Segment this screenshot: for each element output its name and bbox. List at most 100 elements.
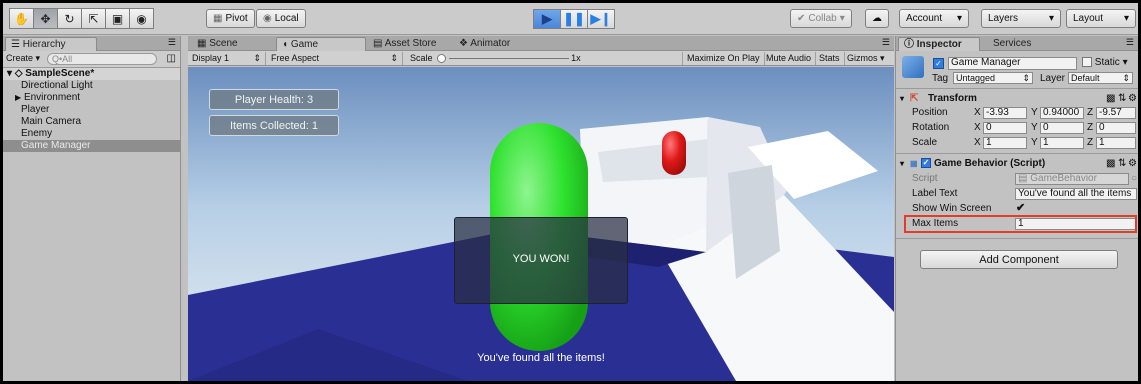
help-icon[interactable]: ▩: [1106, 157, 1115, 170]
script-object-field[interactable]: ▤ GameBehavior: [1015, 173, 1129, 185]
object-name-field[interactable]: Game Manager: [948, 57, 1077, 70]
static-checkbox[interactable]: [1082, 57, 1092, 68]
show-win-screen-checkbox[interactable]: ✔: [1016, 202, 1025, 215]
hand-tool-icon[interactable]: ✋: [9, 8, 34, 29]
display-dropdown[interactable]: Display 1 ⇕: [188, 52, 266, 65]
play-button[interactable]: ▶: [533, 9, 561, 29]
hierarchy-item-main-camera[interactable]: Main Camera: [3, 116, 180, 128]
cloud-icon: ☁: [872, 13, 882, 24]
account-dropdown[interactable]: Account ▾: [899, 9, 969, 28]
pacman-icon: ◖: [282, 39, 289, 50]
help-icon[interactable]: ▩: [1106, 92, 1115, 105]
active-checkbox[interactable]: ✓: [933, 58, 944, 69]
step-button[interactable]: ▶❙: [587, 9, 615, 29]
maximize-on-play-toggle[interactable]: Maximize On Play: [682, 52, 765, 65]
layout-dropdown[interactable]: Layout ▾: [1066, 9, 1136, 28]
hierarchy-item-environment[interactable]: ▶ Environment: [3, 92, 180, 104]
transform-tool-icon[interactable]: ◉: [129, 8, 154, 29]
playback-controls: ▶ ❚❚ ▶❙: [533, 9, 615, 29]
globe-icon: ◉: [263, 13, 272, 24]
tag-dropdown[interactable]: Untagged ⇕: [953, 72, 1033, 84]
pause-button[interactable]: ❚❚: [560, 9, 588, 29]
scale-z-field[interactable]: 1: [1096, 137, 1136, 149]
show-win-screen-row: Show Win Screen ✔: [912, 202, 1026, 215]
position-z-field[interactable]: -9.57: [1096, 107, 1136, 119]
chevron-updown-icon: ⇕: [390, 53, 398, 63]
hierarchy-item-enemy[interactable]: Enemy: [3, 128, 180, 140]
layer-label: Layer: [1040, 73, 1066, 84]
tab-scene[interactable]: ▦ Scene: [192, 37, 243, 51]
hierarchy-item-game-manager[interactable]: Game Manager: [3, 140, 180, 152]
hierarchy-search-input[interactable]: Q•All: [47, 53, 157, 65]
move-tool-icon[interactable]: ✥: [33, 8, 58, 29]
preset-icon[interactable]: ⇅: [1118, 92, 1126, 105]
rect-tool-icon[interactable]: ▣: [105, 8, 130, 29]
mute-audio-toggle[interactable]: Mute Audio: [762, 52, 817, 65]
scale-y-field[interactable]: 1: [1040, 137, 1084, 149]
layers-dropdown[interactable]: Layers ▾: [981, 9, 1061, 28]
game-viewport[interactable]: Player Health: 3 Items Collected: 1 YOU …: [188, 67, 894, 381]
max-items-highlight: [904, 215, 1137, 233]
center-tabbar: ▦ Scene ◖ Game ▤ Asset Store ❖ Animator …: [188, 36, 894, 51]
inspector-tabbar: ⓘ Inspector Services ☰: [896, 36, 1138, 51]
slider-track[interactable]: [448, 58, 569, 60]
inspector-panel: ⓘ Inspector Services ☰ ✓ Game Manager St…: [895, 36, 1138, 381]
chevron-down-icon: ▾: [956, 13, 962, 24]
object-picker-icon[interactable]: ○: [1131, 172, 1137, 185]
add-component-button[interactable]: Add Component: [920, 250, 1118, 269]
tab-hierarchy[interactable]: ☰ Hierarchy: [5, 37, 97, 51]
layer-dropdown[interactable]: Default ⇕: [1068, 72, 1133, 84]
gear-icon[interactable]: ⚙: [1128, 157, 1137, 170]
rotate-tool-icon[interactable]: ↻: [57, 8, 82, 29]
collab-button[interactable]: ✔ Collab ▾: [790, 9, 852, 28]
chevron-updown-icon: ⇕: [1122, 73, 1130, 83]
transform-header[interactable]: ▾ ⇱ Transform ▩ ⇅ ⚙: [896, 92, 1138, 106]
gizmos-dropdown[interactable]: Gizmos ▾: [843, 52, 889, 65]
local-button[interactable]: ◉ Local: [256, 9, 306, 28]
rotation-y-field[interactable]: 0: [1040, 122, 1084, 134]
label-text-field[interactable]: You've found all the items: [1015, 188, 1137, 200]
game-behavior-header[interactable]: ▾ ▦ ✓ Game Behavior (Script) ▩ ⇅ ⚙: [896, 157, 1138, 171]
chevron-updown-icon: ⇕: [1022, 73, 1030, 83]
tag-label: Tag: [932, 73, 949, 84]
stats-toggle[interactable]: Stats: [815, 52, 845, 65]
rotation-z-field[interactable]: 0: [1096, 122, 1136, 134]
scale-tool-icon[interactable]: ⇱: [81, 8, 106, 29]
lock-icon[interactable]: ☰: [1126, 37, 1134, 48]
tab-animator[interactable]: ❖ Animator: [454, 37, 515, 51]
create-dropdown[interactable]: Create ▾: [6, 53, 40, 64]
win-screen-panel[interactable]: YOU WON!: [454, 217, 628, 304]
found-all-items-message: You've found all the items!: [477, 352, 605, 364]
pivot-button[interactable]: ▦ Pivot: [206, 9, 255, 28]
panel-menu-icon[interactable]: ☰: [168, 37, 176, 48]
scale-x-field[interactable]: 1: [983, 137, 1027, 149]
tab-asset-store[interactable]: ▤ Asset Store: [368, 37, 441, 51]
tab-game[interactable]: ◖ Game: [276, 37, 366, 51]
position-x-field[interactable]: -3.93: [983, 107, 1027, 119]
hierarchy-item-directional-light[interactable]: Directional Light: [3, 80, 180, 92]
hierarchy-panel: ☰ Hierarchy ☰ Create ▾ Q•All ◫ ▾ ◇ Sampl…: [3, 36, 181, 381]
expand-arrow-icon: ▾: [900, 159, 905, 168]
scene-root-row[interactable]: ▾ ◇ SampleScene*: [3, 68, 180, 80]
gameobject-cube-icon: [902, 56, 924, 78]
preset-icon[interactable]: ⇅: [1118, 157, 1126, 170]
hierarchy-item-player[interactable]: Player: [3, 104, 180, 116]
tab-services[interactable]: Services: [988, 37, 1036, 51]
component-enabled-checkbox[interactable]: ✓: [921, 158, 931, 168]
cloud-button[interactable]: ☁: [865, 9, 889, 28]
panel-menu-icon[interactable]: ☰: [882, 37, 890, 48]
slider-knob[interactable]: [437, 54, 447, 64]
gear-icon[interactable]: ⚙: [1128, 92, 1137, 105]
tab-inspector[interactable]: ⓘ Inspector: [898, 37, 980, 51]
scale-slider[interactable]: Scale 1x: [406, 52, 606, 65]
aspect-dropdown[interactable]: Free Aspect ⇕: [267, 52, 403, 65]
enemy-capsule: [662, 131, 686, 175]
position-y-field[interactable]: 0.94000: [1040, 107, 1084, 119]
divider: [896, 88, 1138, 89]
transform-axes-icon: ⇱: [910, 93, 919, 104]
static-toggle[interactable]: Static ▾: [1082, 57, 1128, 68]
unity-editor-window: ✋ ✥ ↻ ⇱ ▣ ◉ ▦ Pivot ◉ Local ▶ ❚❚ ▶❙ ✔ Co…: [3, 3, 1138, 381]
position-row: Position X -3.93 Y 0.94000 Z -9.57: [896, 106, 1138, 120]
rotation-x-field[interactable]: 0: [983, 122, 1027, 134]
hierarchy-search-icon[interactable]: ◫: [167, 53, 176, 64]
